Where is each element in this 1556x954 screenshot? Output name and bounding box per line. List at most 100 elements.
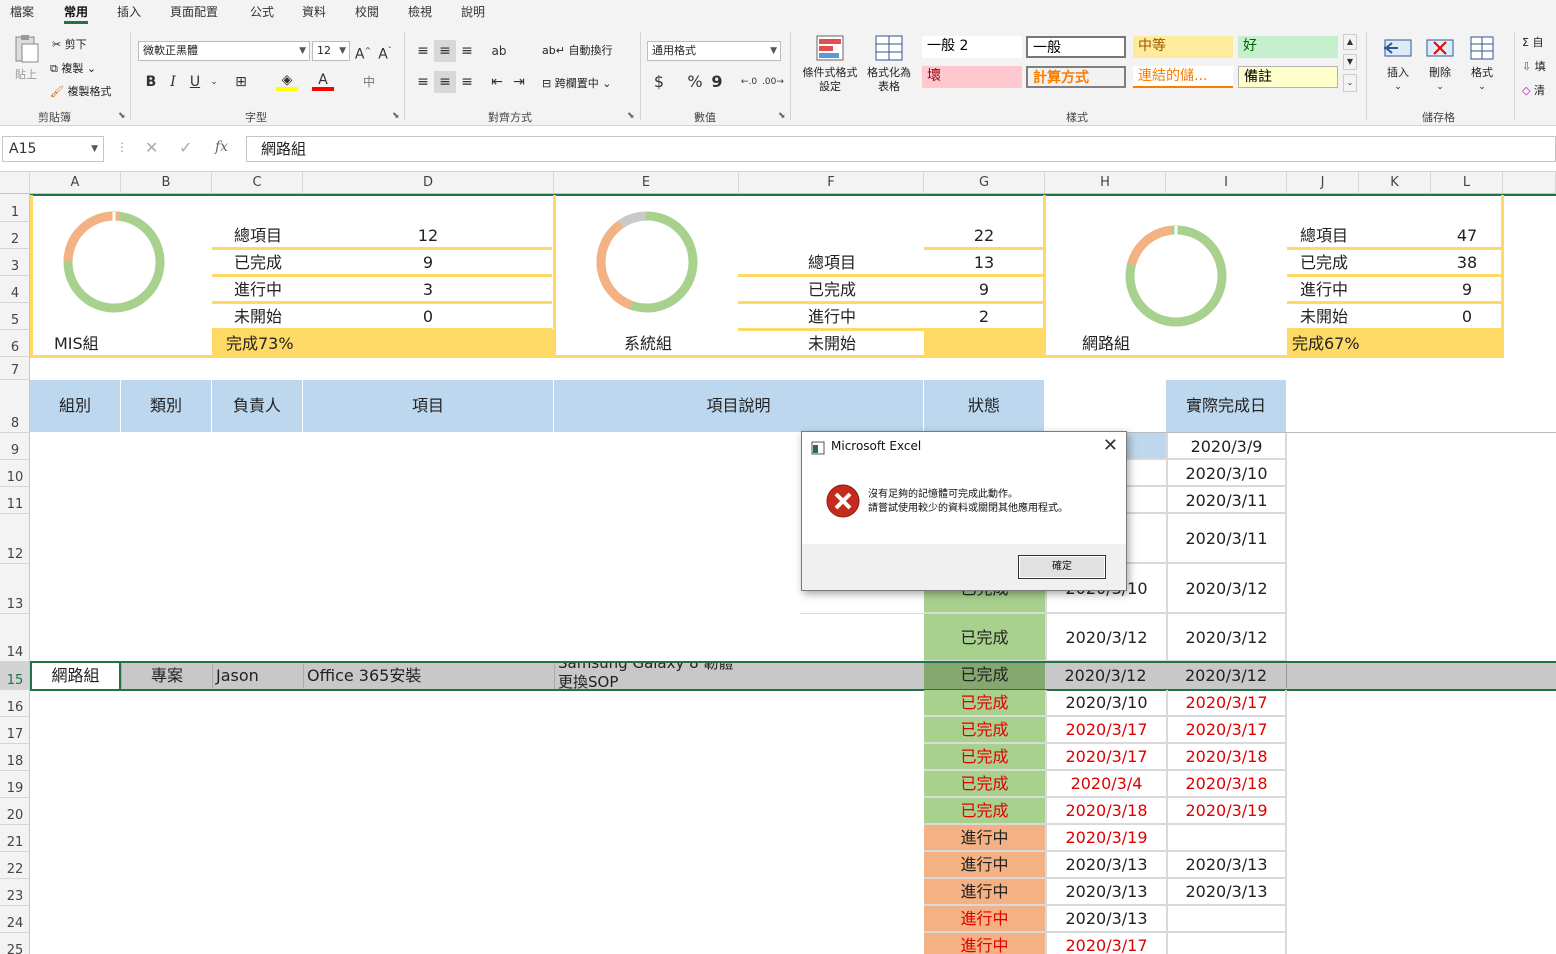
format-cells-button[interactable]: 格式 ⌄ — [1462, 34, 1502, 94]
cell-style-option[interactable]: 一般 — [1026, 36, 1126, 58]
status-cell[interactable]: 進行中 — [924, 825, 1045, 852]
cell-done-date[interactable]: 2020/3/17 — [1166, 717, 1287, 744]
column-header[interactable]: I — [1166, 172, 1287, 194]
row-header[interactable]: 8 — [0, 380, 30, 433]
cell-date[interactable]: 2020/3/13 — [1045, 906, 1166, 933]
table-cell[interactable]: 2020/3/12 — [1045, 614, 1166, 662]
row-header[interactable]: 1 — [0, 194, 30, 222]
decrease-indent-icon[interactable]: ⇤ — [486, 71, 508, 93]
cell-done-date[interactable] — [1166, 906, 1287, 933]
delete-cells-button[interactable]: 刪除 ⌄ — [1420, 34, 1460, 94]
tab-formulas[interactable]: 公式 — [250, 4, 274, 24]
column-header[interactable]: G — [924, 172, 1045, 194]
status-cell[interactable]: 進行中 — [924, 879, 1045, 906]
orientation-icon[interactable]: ab — [488, 40, 510, 62]
header-type[interactable]: 類別 — [121, 380, 212, 432]
table-cell[interactable]: 2020/3/11 — [1166, 487, 1287, 514]
align-middle-icon[interactable]: ≡ — [434, 40, 456, 62]
align-bottom-icon[interactable]: ≡ — [456, 40, 478, 62]
close-icon[interactable]: ✕ — [1103, 435, 1118, 456]
cell-date[interactable]: 2020/3/17 — [1045, 744, 1166, 771]
select-all-corner[interactable] — [0, 172, 30, 194]
table-cell[interactable]: 2020/3/9 — [1166, 433, 1287, 460]
tab-help[interactable]: 說明 — [461, 4, 485, 24]
tab-page-layout[interactable]: 頁面配置 — [170, 4, 218, 24]
header-actual-done-date[interactable]: 實際完成日 — [1166, 380, 1287, 432]
paste-button[interactable]: 貼上 — [8, 34, 44, 82]
comma-icon[interactable]: 9 — [706, 71, 728, 93]
cell-date[interactable]: 2020/3/17 — [1045, 933, 1166, 954]
column-header[interactable]: J — [1287, 172, 1359, 194]
merge-center-button[interactable]: ⊟ 跨欄置中 ⌄ — [542, 75, 611, 91]
align-left-icon[interactable]: ≡ — [412, 71, 434, 93]
cell-style-option[interactable]: 好 — [1238, 36, 1338, 58]
conditional-format-button[interactable]: 條件式格式 設定 — [798, 34, 862, 94]
cell-done-date[interactable] — [1166, 825, 1287, 852]
scroll-up-icon[interactable]: ▲ — [1343, 34, 1357, 50]
format-painter-button[interactable]: 🖌 複製格式 — [50, 83, 111, 99]
chevron-down-icon[interactable]: ⌄ — [203, 71, 225, 93]
cell-style-option[interactable]: 壞 — [922, 66, 1022, 88]
header-status[interactable]: 狀態 — [924, 380, 1045, 432]
tab-data[interactable]: 資料 — [302, 4, 326, 24]
row-header[interactable]: 12 — [0, 514, 30, 564]
row-header[interactable]: 6 — [0, 330, 30, 357]
name-box[interactable]: A15 ▼ — [2, 136, 104, 162]
row-header[interactable]: 21 — [0, 825, 30, 852]
cell-date[interactable]: 2020/3/13 — [1045, 879, 1166, 906]
row-header[interactable]: 16 — [0, 690, 30, 717]
row-header[interactable]: 14 — [0, 614, 30, 662]
status-cell[interactable]: 已完成 — [924, 798, 1045, 825]
increase-decimal-icon[interactable]: ←.0 — [738, 71, 760, 93]
row-header[interactable]: 23 — [0, 879, 30, 906]
row-header[interactable]: 9 — [0, 433, 30, 460]
table-cell[interactable]: 2020/3/11 — [1166, 514, 1287, 564]
cell-date[interactable]: 2020/3/4 — [1045, 771, 1166, 798]
tab-review[interactable]: 校閱 — [355, 4, 379, 24]
header-owner[interactable]: 負責人 — [212, 380, 303, 432]
tab-view[interactable]: 檢視 — [408, 4, 432, 24]
row-header[interactable]: 5 — [0, 303, 30, 330]
ok-button[interactable]: 確定 — [1018, 555, 1106, 579]
insert-function-icon[interactable]: fx — [215, 139, 228, 155]
row-header[interactable]: 3 — [0, 249, 30, 276]
italic-button[interactable]: I — [162, 71, 184, 93]
increase-indent-icon[interactable]: ⇥ — [508, 71, 530, 93]
more-styles-icon[interactable]: ⌄ — [1343, 74, 1357, 92]
status-cell[interactable]: 已完成 — [924, 614, 1045, 662]
column-header[interactable]: D — [303, 172, 554, 194]
bold-button[interactable]: B — [140, 71, 162, 93]
cell-style-option[interactable]: 連結的儲... — [1133, 66, 1233, 88]
insert-cells-button[interactable]: 插入 ⌄ — [1378, 34, 1418, 94]
launcher-icon[interactable]: ⬊ — [392, 111, 400, 121]
row-header[interactable]: 10 — [0, 460, 30, 487]
cell-done-date[interactable]: 2020/3/19 — [1166, 798, 1287, 825]
column-header[interactable]: L — [1431, 172, 1503, 194]
cell-date[interactable]: 2020/3/10 — [1045, 690, 1166, 717]
cell-done-date[interactable]: 2020/3/13 — [1166, 852, 1287, 879]
number-format-select[interactable]: 通用格式 ▼ — [647, 41, 781, 61]
table-cell[interactable]: 2020/3/12 — [1166, 614, 1287, 662]
decrease-decimal-icon[interactable]: .00→ — [762, 71, 784, 93]
column-header[interactable]: C — [212, 172, 303, 194]
row-header[interactable]: 15 — [0, 662, 30, 690]
cell-done-date[interactable]: 2020/3/18 — [1166, 744, 1287, 771]
row-header[interactable]: 19 — [0, 771, 30, 798]
cell-done-date[interactable]: 2020/3/13 — [1166, 879, 1287, 906]
scroll-down-icon[interactable]: ▼ — [1343, 54, 1357, 70]
header-item[interactable]: 項目 — [303, 380, 554, 432]
enter-icon[interactable]: ✓ — [179, 138, 192, 157]
wrap-text-button[interactable]: ab↵ 自動換行 — [542, 42, 612, 58]
percent-icon[interactable]: % — [684, 71, 706, 93]
cell-style-option[interactable]: 計算方式 — [1026, 66, 1126, 88]
row-header[interactable]: 11 — [0, 487, 30, 514]
launcher-icon[interactable]: ⬊ — [778, 111, 786, 121]
column-header[interactable]: F — [739, 172, 924, 194]
row-header[interactable]: 24 — [0, 906, 30, 933]
launcher-icon[interactable]: ⬊ — [627, 111, 635, 121]
column-header[interactable]: B — [121, 172, 212, 194]
cell-date[interactable]: 2020/3/13 — [1045, 852, 1166, 879]
status-cell[interactable]: 進行中 — [924, 933, 1045, 954]
shrink-font-icon[interactable]: Aˇ — [374, 40, 396, 63]
cut-button[interactable]: ✂ 剪下 — [52, 36, 87, 52]
